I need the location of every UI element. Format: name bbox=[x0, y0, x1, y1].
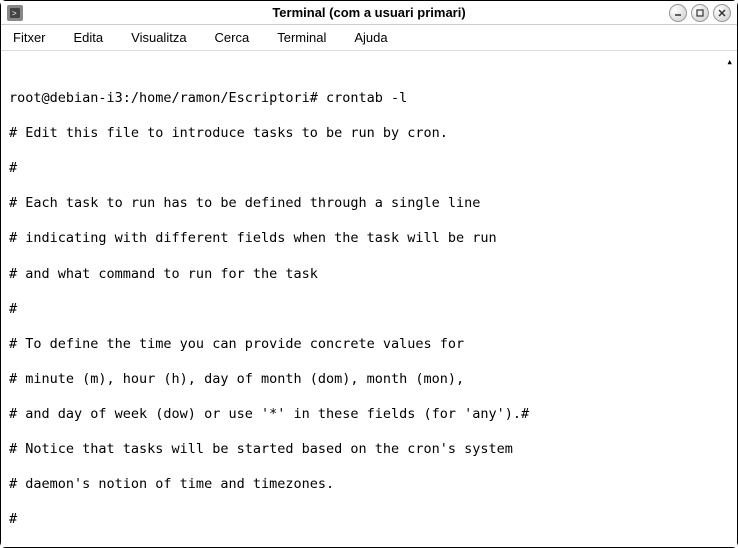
minimize-button[interactable] bbox=[669, 4, 687, 22]
terminal-line: # and day of week (dow) or use '*' in th… bbox=[9, 406, 729, 424]
window-controls bbox=[669, 4, 731, 22]
app-icon: > bbox=[7, 5, 23, 21]
prompt: root@debian-i3:/home/ramon/Escriptori# bbox=[9, 90, 326, 106]
terminal-line: root@debian-i3:/home/ramon/Escriptori# c… bbox=[9, 90, 729, 108]
terminal-line: # bbox=[9, 160, 729, 178]
terminal-line: # bbox=[9, 511, 729, 529]
menu-ajuda[interactable]: Ajuda bbox=[350, 28, 391, 47]
menu-terminal[interactable]: Terminal bbox=[273, 28, 330, 47]
terminal-line: # daemon's notion of time and timezones. bbox=[9, 476, 729, 494]
svg-text:>: > bbox=[12, 9, 17, 18]
terminal-line: # and what command to run for the task bbox=[9, 266, 729, 284]
terminal-line: # Notice that tasks will be started base… bbox=[9, 441, 729, 459]
terminal-line: # bbox=[9, 301, 729, 319]
scroll-up-indicator[interactable]: ▴ bbox=[726, 55, 733, 69]
terminal-line: # indicating with different fields when … bbox=[9, 230, 729, 248]
terminal-line: # To define the time you can provide con… bbox=[9, 336, 729, 354]
menu-cerca[interactable]: Cerca bbox=[211, 28, 254, 47]
terminal-output[interactable]: ▴ root@debian-i3:/home/ramon/Escriptori#… bbox=[1, 51, 737, 547]
menu-edita[interactable]: Edita bbox=[70, 28, 108, 47]
titlebar: > Terminal (com a usuari primari) bbox=[1, 1, 737, 25]
command: crontab -l bbox=[326, 90, 407, 106]
terminal-line: # minute (m), hour (h), day of month (do… bbox=[9, 371, 729, 389]
terminal-line: # Edit this file to introduce tasks to b… bbox=[9, 125, 729, 143]
menu-visualitza[interactable]: Visualitza bbox=[127, 28, 190, 47]
terminal-line: # Each task to run has to be defined thr… bbox=[9, 195, 729, 213]
menu-fitxer[interactable]: Fitxer bbox=[9, 28, 50, 47]
menubar: Fitxer Edita Visualitza Cerca Terminal A… bbox=[1, 25, 737, 51]
terminal-line: # Output of the crontab jobs (including … bbox=[9, 546, 729, 547]
window-title: Terminal (com a usuari primari) bbox=[272, 5, 465, 20]
maximize-button[interactable] bbox=[691, 4, 709, 22]
close-button[interactable] bbox=[713, 4, 731, 22]
